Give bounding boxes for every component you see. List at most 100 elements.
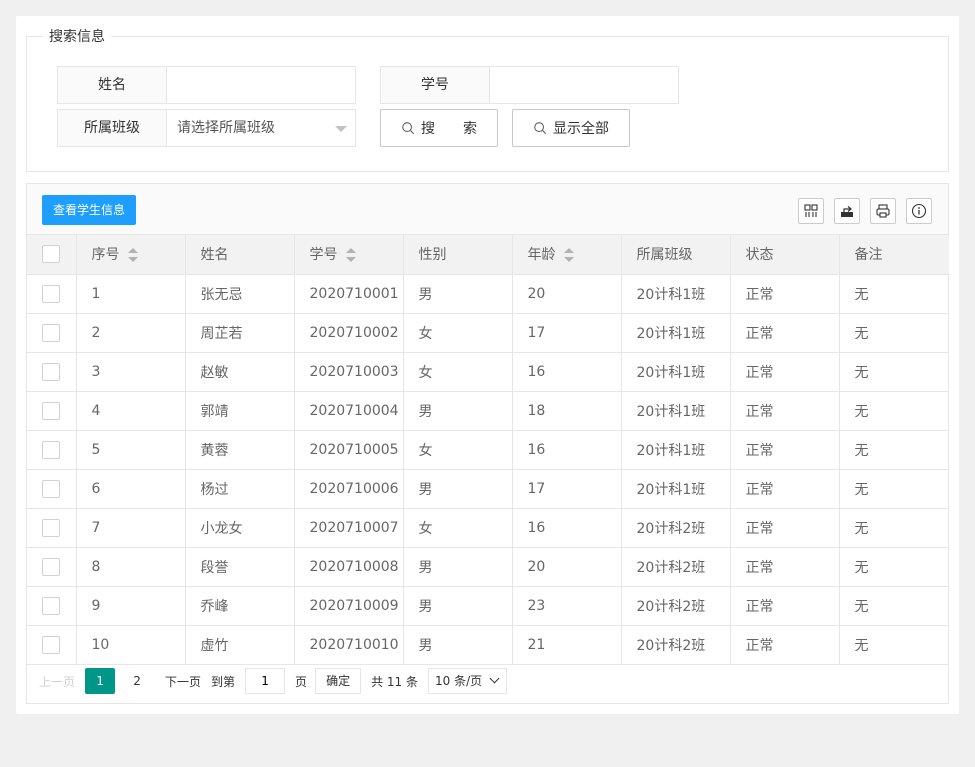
table-body: 1 张无忌 2020710001 男 20 20计科1班 正常无 2 周芷若 2020710002… [27,274,949,665]
cell-class: 20计科1班 [621,430,731,470]
cell-remark: 无 [839,352,949,392]
table-row[interactable]: 6 杨过 2020710006 男 17 20计科1班 正常无 [27,469,949,509]
cell-status: 正常 [730,391,840,431]
current-page: 1 [85,668,116,694]
name-field: 姓名 [57,66,356,104]
table-row[interactable]: 5 黄蓉 2020710005 女 16 20计科1班 正常无 [27,430,949,470]
cell-gender: 男 [403,391,513,431]
cell-gender: 女 [403,430,513,470]
search-button[interactable]: 搜 索 [380,109,498,147]
cell-status: 正常 [730,547,840,587]
goto-page-input[interactable] [245,668,286,694]
table-row[interactable]: 3 赵敏 2020710003 女 16 20计科1班 正常无 [27,352,949,392]
table-row[interactable]: 8 段誉 2020710008 男 20 20计科2班 正常无 [27,547,949,587]
total-count: 共 11 条 [371,674,418,689]
cell-name: 小龙女 [185,508,295,548]
show-all-button[interactable]: 显示全部 [512,109,630,147]
cell-index: 7 [76,508,186,548]
export-icon [841,206,853,217]
page-size-select[interactable]: 10 条/页 [427,668,507,694]
cell-class: 20计科2班 [621,508,731,548]
page-2-link[interactable]: 2 [125,674,149,688]
cell-age: 17 [512,469,622,509]
info-icon [911,203,927,219]
main-card: 搜索信息 姓名 学号 所属班级 请选择所属班级 搜 索 显示全部 查看学生信息 … [16,16,959,714]
row-checkbox[interactable] [42,479,61,498]
row-checkbox[interactable] [42,635,61,654]
page-size-value: 10 条/页 [434,674,483,688]
cell-age: 16 [512,430,622,470]
page-unit-label: 页 [295,674,308,689]
print-tool-button[interactable] [870,198,896,224]
class-label: 所属班级 [57,109,167,147]
row-select-cell [27,430,77,470]
row-select-cell [27,547,77,587]
prev-page-link[interactable]: 上一页 [39,673,75,690]
table-toolbar: 查看学生信息 [27,184,948,235]
row-checkbox[interactable] [42,440,61,459]
cell-name: 周芷若 [185,313,295,353]
sort-icon[interactable] [127,248,138,263]
next-page-link[interactable]: 下一页 [165,673,201,690]
row-checkbox[interactable] [42,323,61,342]
header-student-no[interactable]: 学号 [294,235,404,275]
row-select-cell [27,352,77,392]
header-index[interactable]: 序号 [76,235,186,275]
cell-class: 20计科1班 [621,313,731,353]
sort-icon[interactable] [563,248,574,263]
cell-age: 18 [512,391,622,431]
class-select[interactable]: 请选择所属班级 [167,109,356,147]
print-icon [876,204,890,218]
cell-status: 正常 [730,274,840,314]
header-age[interactable]: 年龄 [512,235,622,275]
header-name: 姓名 [185,235,295,275]
name-input[interactable] [167,66,356,104]
cell-index: 6 [76,469,186,509]
row-checkbox[interactable] [42,362,61,381]
cell-age: 16 [512,508,622,548]
select-all-checkbox[interactable] [42,245,61,264]
goto-label: 到第 [211,674,236,689]
cell-student-no: 2020710004 [294,391,404,431]
cell-remark: 无 [839,508,949,548]
table-panel: 查看学生信息 序号 姓名 学号 性别 年龄 所属班级 状态 备注 1 张无忌 2… [26,183,949,704]
row-checkbox[interactable] [42,596,61,615]
sort-icon[interactable] [345,248,356,263]
cell-gender: 女 [403,313,513,353]
row-checkbox[interactable] [42,557,61,576]
student-no-input[interactable] [490,66,679,104]
table-row[interactable]: 9 乔峰 2020710009 男 23 20计科2班 正常无 [27,586,949,626]
view-student-button[interactable]: 查看学生信息 [42,195,137,225]
student-table: 序号 姓名 学号 性别 年龄 所属班级 状态 备注 1 张无忌 2020710001… [27,235,949,665]
class-select-placeholder: 请选择所属班级 [177,120,275,136]
cell-index: 3 [76,352,186,392]
cell-remark: 无 [839,274,949,314]
cell-student-no: 2020710002 [294,313,404,353]
table-row[interactable]: 7 小龙女 2020710007 女 16 20计科2班 正常无 [27,508,949,548]
table-row[interactable]: 4 郭靖 2020710004 男 18 20计科1班 正常无 [27,391,949,431]
student-no-field: 学号 [380,66,679,104]
cell-class: 20计科1班 [621,352,731,392]
table-row[interactable]: 2 周芷若 2020710002 女 17 20计科1班 正常无 [27,313,949,353]
cell-status: 正常 [730,430,840,470]
cell-gender: 女 [403,352,513,392]
info-tool-button[interactable] [906,198,932,224]
cell-index: 9 [76,586,186,626]
export-tool-button[interactable] [834,198,860,224]
table-row[interactable]: 1 张无忌 2020710001 男 20 20计科1班 正常无 [27,274,949,314]
cell-status: 正常 [730,586,840,626]
cell-index: 1 [76,274,186,314]
row-checkbox[interactable] [42,518,61,537]
columns-tool-button[interactable] [798,198,824,224]
cell-status: 正常 [730,508,840,548]
search-legend: 搜索信息 [43,27,111,47]
cell-remark: 无 [839,313,949,353]
columns-icon [804,204,818,217]
cell-index: 8 [76,547,186,587]
confirm-button[interactable]: 确定 [315,668,362,694]
cell-name: 张无忌 [185,274,295,314]
row-checkbox[interactable] [42,284,61,303]
search-button-label: 搜 索 [421,121,477,137]
cell-age: 23 [512,586,622,626]
row-checkbox[interactable] [42,401,61,420]
